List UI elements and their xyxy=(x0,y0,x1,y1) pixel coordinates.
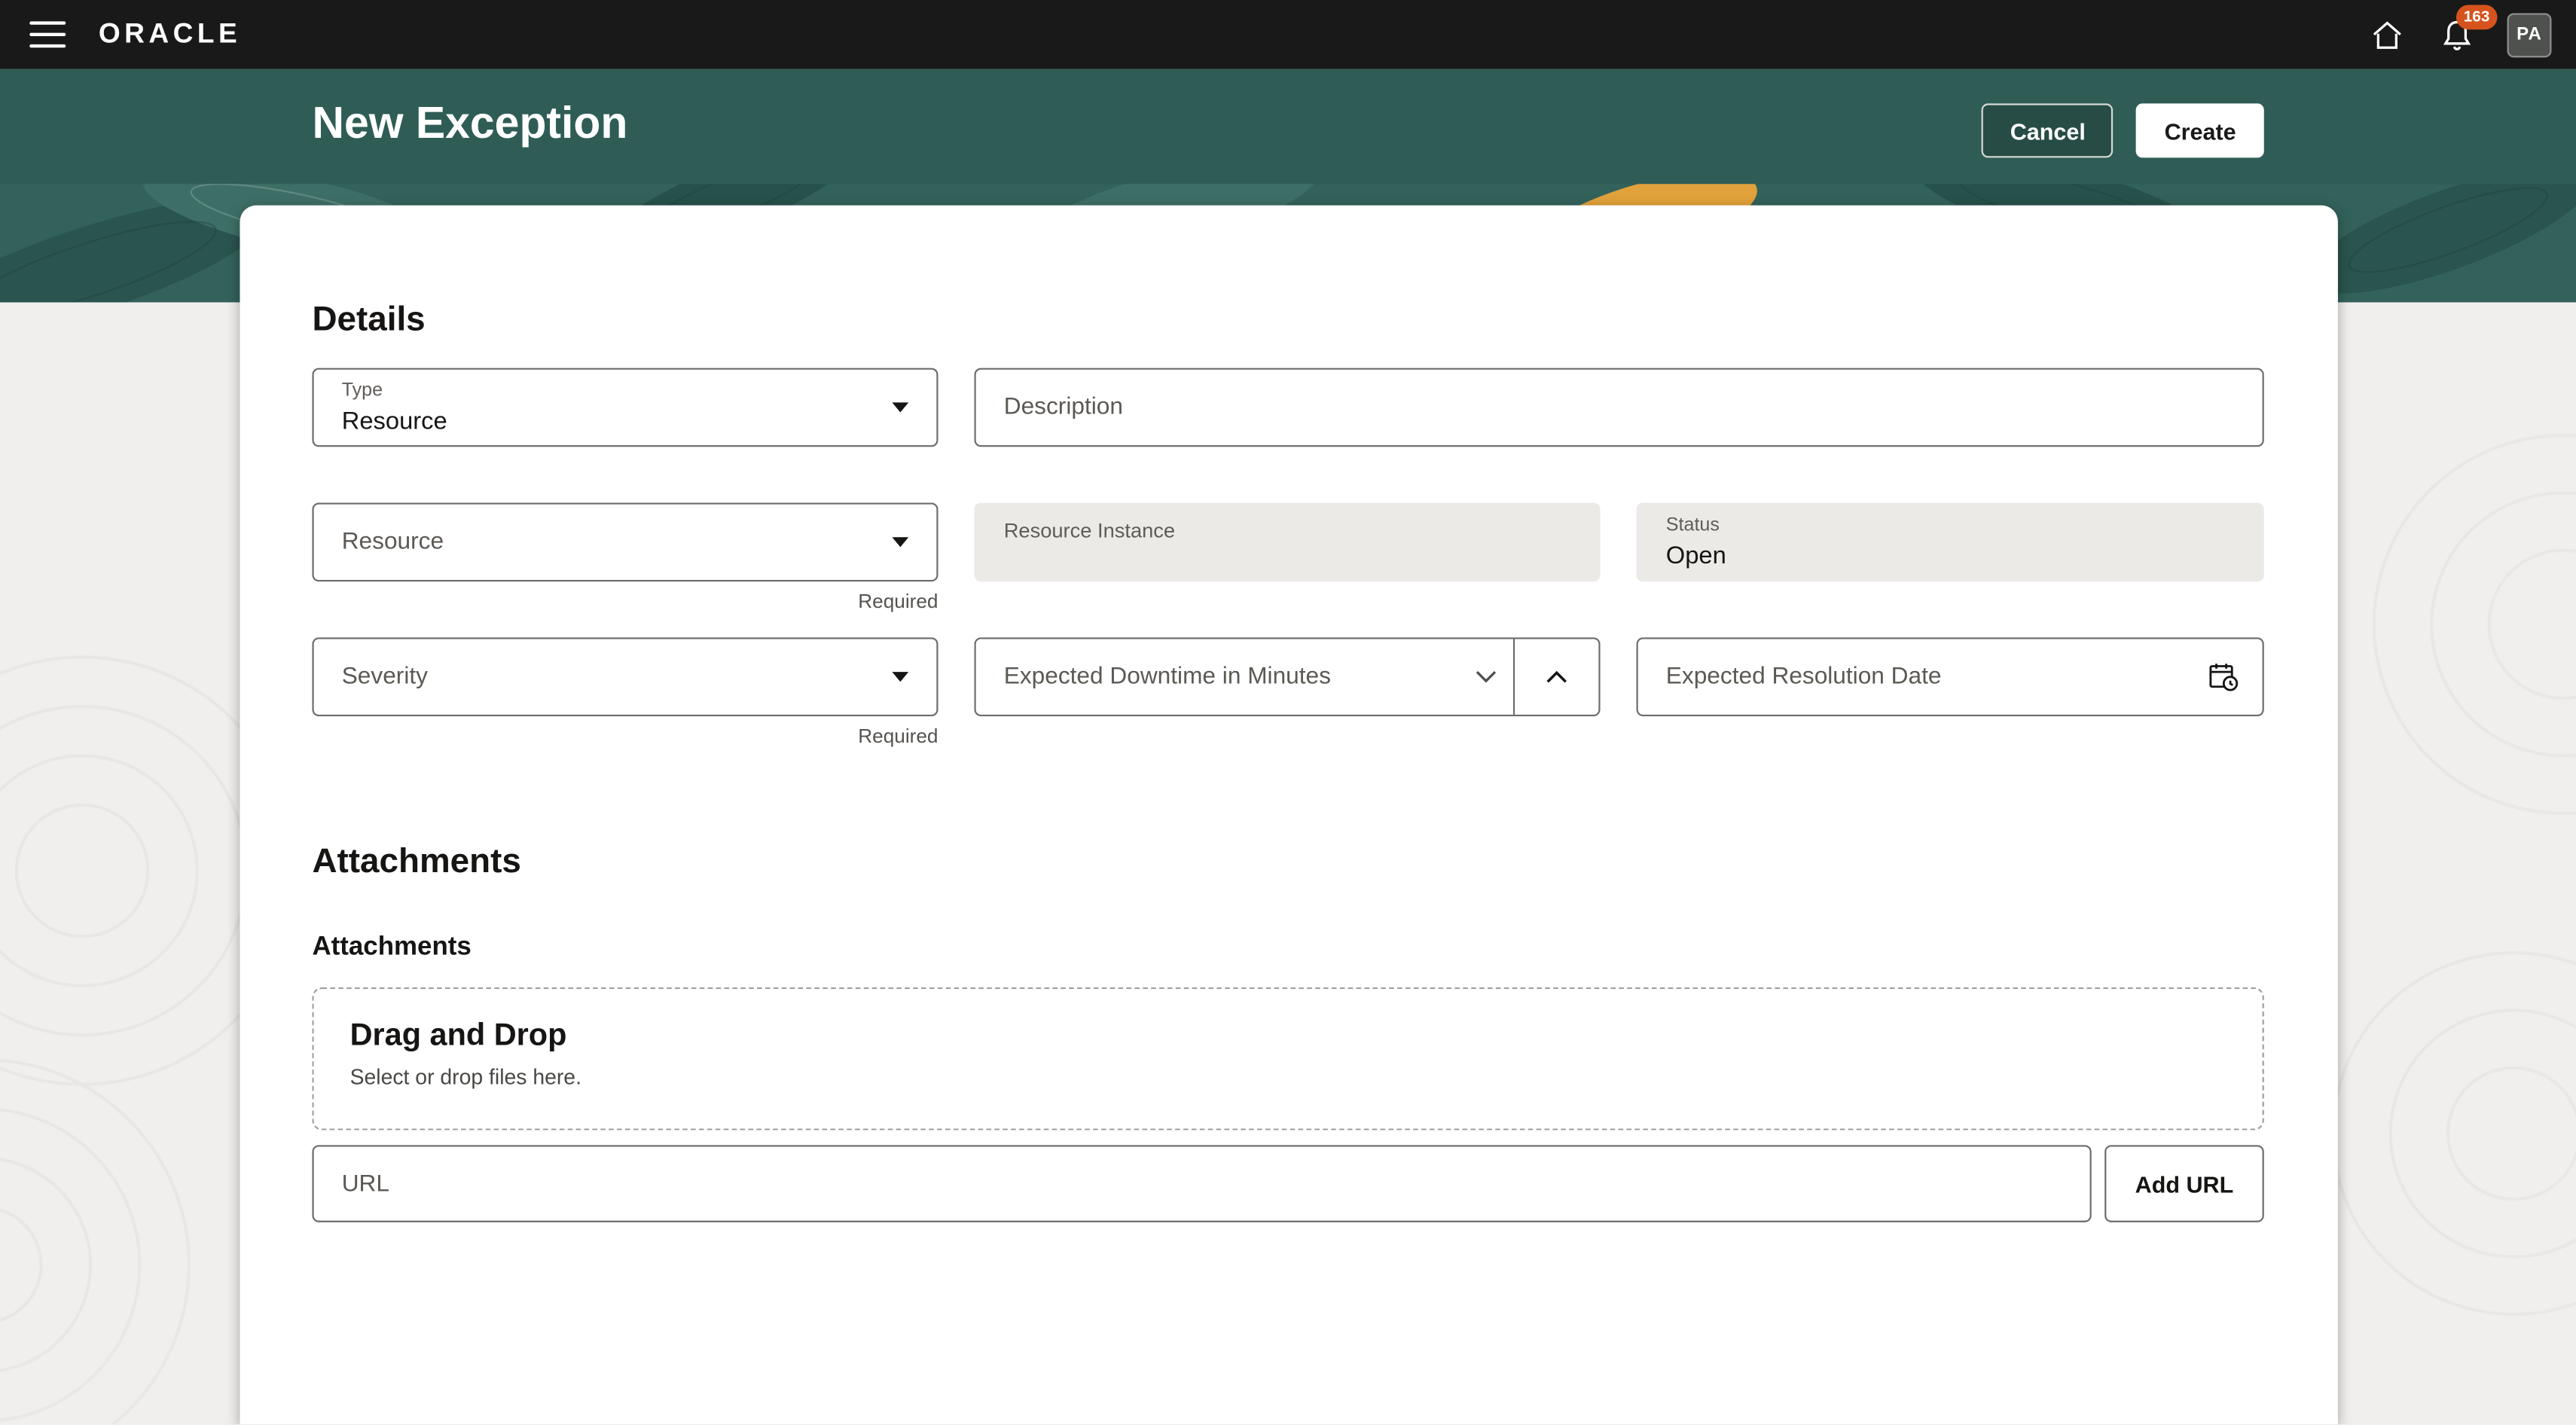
expected-downtime-label: Expected Downtime in Minutes xyxy=(1004,664,1331,690)
severity-label: Severity xyxy=(342,664,428,690)
expected-resolution-date-label: Expected Resolution Date xyxy=(1666,664,1942,690)
type-label: Type xyxy=(342,381,383,401)
resource-select[interactable]: Resource xyxy=(312,502,938,581)
notifications-button[interactable]: 163 xyxy=(2431,10,2480,59)
home-icon xyxy=(2371,19,2404,50)
stepper-up-icon[interactable] xyxy=(1513,639,1598,715)
status-label: Status xyxy=(1666,516,1720,536)
chevron-down-icon xyxy=(892,672,908,682)
resource-instance-label: Resource Instance xyxy=(1004,519,1175,542)
calendar-clock-icon[interactable] xyxy=(2208,661,2239,692)
type-select[interactable]: Type Resource xyxy=(312,368,938,447)
severity-select[interactable]: Severity xyxy=(312,637,938,716)
attachments-heading: Attachments xyxy=(312,843,520,882)
dropzone-title: Drag and Drop xyxy=(350,1018,567,1054)
dropzone-subtitle: Select or drop files here. xyxy=(350,1064,581,1089)
stepper-down-icon[interactable] xyxy=(1476,670,1497,683)
add-url-button[interactable]: Add URL xyxy=(2104,1145,2264,1222)
status-value: Open xyxy=(1666,542,1726,570)
background-pattern-right xyxy=(2300,427,2576,1347)
url-input[interactable]: URL xyxy=(312,1145,2091,1222)
expected-downtime-stepper[interactable]: Expected Downtime in Minutes xyxy=(974,637,1600,716)
details-heading: Details xyxy=(312,301,425,340)
create-button[interactable]: Create xyxy=(2137,103,2264,157)
file-dropzone[interactable]: Drag and Drop Select or drop files here. xyxy=(312,987,2263,1131)
avatar[interactable]: PA xyxy=(2507,12,2552,56)
description-input[interactable]: Description xyxy=(974,368,2263,447)
chevron-down-icon xyxy=(892,537,908,547)
oracle-logo: ORACLE xyxy=(99,18,241,51)
form-card: Details Type Resource Description Resour… xyxy=(240,206,2337,1424)
attachments-subheading: Attachments xyxy=(312,933,471,963)
resource-instance-input: Resource Instance xyxy=(974,502,1600,581)
status-field: Status Open xyxy=(1637,502,2264,581)
cancel-button[interactable]: Cancel xyxy=(1982,103,2114,157)
page-title: New Exception xyxy=(312,99,627,150)
description-label: Description xyxy=(1004,395,1123,421)
notification-badge: 163 xyxy=(2456,5,2497,29)
home-button[interactable] xyxy=(2363,10,2412,59)
topbar: ORACLE 163 PA xyxy=(0,0,2576,69)
application-window: ORACLE 163 PA xyxy=(0,0,2576,1424)
severity-required-text: Required xyxy=(312,725,938,748)
header-actions: Cancel Create xyxy=(1982,103,2264,157)
url-label: URL xyxy=(342,1170,389,1197)
resource-label: Resource xyxy=(342,529,444,555)
chevron-down-icon xyxy=(892,402,908,412)
hamburger-menu-icon[interactable] xyxy=(29,21,66,47)
type-value: Resource xyxy=(342,407,447,435)
resource-required-text: Required xyxy=(312,590,938,613)
expected-resolution-date-input[interactable]: Expected Resolution Date xyxy=(1637,637,2264,716)
